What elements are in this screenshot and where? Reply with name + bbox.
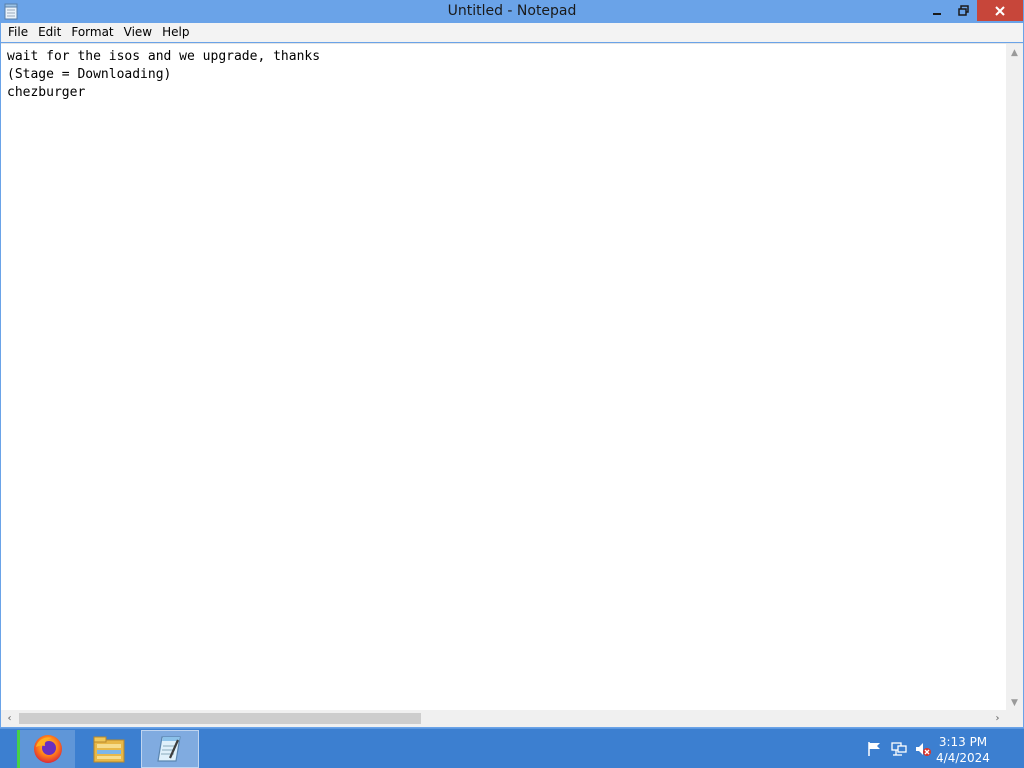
menu-edit[interactable]: Edit xyxy=(33,23,66,42)
horizontal-scroll-thumb[interactable] xyxy=(19,713,421,724)
file-explorer-icon xyxy=(93,736,125,763)
clock[interactable]: 3:13 PM 4/4/2024 xyxy=(928,734,998,766)
action-center-flag-icon[interactable] xyxy=(866,741,884,757)
title-bar[interactable]: Untitled - Notepad xyxy=(0,0,1024,23)
taskbar: 3:13 PM 4/4/2024 xyxy=(0,728,1024,768)
text-editor[interactable]: wait for the isos and we upgrade, thanks… xyxy=(7,48,997,708)
close-icon xyxy=(995,5,1005,16)
notepad-window: Untitled - Notepad File Edit Format View… xyxy=(0,0,1024,728)
vertical-scrollbar[interactable]: ▲ ▼ xyxy=(1006,44,1023,711)
close-button[interactable] xyxy=(977,0,1023,21)
network-icon[interactable] xyxy=(890,741,908,757)
minimize-button[interactable] xyxy=(924,0,950,21)
restore-button[interactable] xyxy=(950,0,976,21)
taskbar-firefox-button[interactable] xyxy=(17,730,75,768)
restore-icon xyxy=(957,5,969,16)
scroll-up-icon[interactable]: ▲ xyxy=(1006,44,1023,61)
notepad-icon xyxy=(157,736,181,762)
minimize-icon xyxy=(933,12,941,15)
menu-bar: File Edit Format View Help xyxy=(1,23,1023,42)
clock-date: 4/4/2024 xyxy=(936,751,990,765)
clock-time: 3:13 PM xyxy=(938,735,988,749)
editor-area: wait for the isos and we upgrade, thanks… xyxy=(1,43,1023,727)
menu-help[interactable]: Help xyxy=(157,23,194,42)
menu-file[interactable]: File xyxy=(3,23,33,42)
horizontal-scrollbar[interactable]: ‹ › xyxy=(1,710,1006,727)
taskbar-notepad-button[interactable] xyxy=(141,730,199,768)
taskbar-file-explorer-button[interactable] xyxy=(80,730,138,768)
firefox-icon xyxy=(33,735,62,763)
scroll-left-icon[interactable]: ‹ xyxy=(1,710,18,727)
menu-view[interactable]: View xyxy=(119,23,157,42)
menu-format[interactable]: Format xyxy=(66,23,118,42)
window-title: Untitled - Notepad xyxy=(447,3,577,19)
scrollbar-corner xyxy=(1006,710,1023,727)
scroll-right-icon[interactable]: › xyxy=(989,710,1006,727)
scroll-down-icon[interactable]: ▼ xyxy=(1006,694,1023,711)
